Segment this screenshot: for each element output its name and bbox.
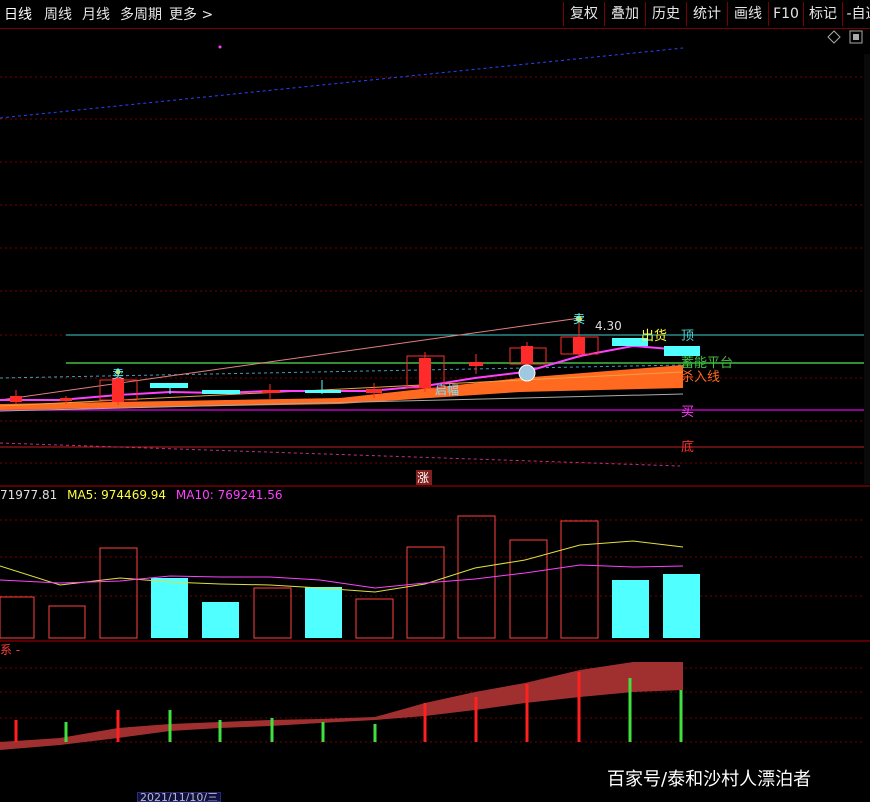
volume-legend: 71977.81 MA5: 974469.94 MA10: 769241.56 [0, 488, 282, 502]
right-scrollbar[interactable] [864, 54, 870, 484]
volume-bar [99, 547, 138, 639]
marker-dot [218, 45, 222, 49]
tab-monthly[interactable]: 月线 [82, 4, 110, 24]
volume-bars [0, 515, 700, 639]
kline-chart[interactable]: 4.30 卖 卖 出货 顶 蓄能平台 杀入线 买 底 启幅 涨 [0, 28, 870, 800]
volume-value: 71977.81 [0, 488, 58, 502]
volume-ma5-line [0, 540, 684, 593]
tab-daily[interactable]: 日线 [4, 4, 32, 24]
mark-button[interactable]: 标记 [803, 2, 842, 26]
f10-button[interactable]: F10 [768, 2, 803, 26]
volume-bar [305, 587, 342, 638]
toolbar: 日线 周线 月线 多周期 更多 > 复权 叠加 历史 统计 画线 F10 标记 … [0, 0, 870, 29]
candle [262, 384, 280, 399]
volume-bar [0, 596, 35, 639]
volume-bar [355, 598, 394, 639]
candle [10, 390, 22, 404]
volume-bar [663, 574, 700, 638]
stats-button[interactable]: 统计 [686, 2, 727, 26]
trend-line-blue [0, 47, 684, 119]
sell-mark-label: 卖 [112, 367, 124, 381]
candle [202, 390, 240, 394]
volume-grid [0, 519, 864, 597]
indicator-band [0, 662, 683, 750]
qifu-label: 启幅 [435, 382, 459, 397]
volume-ma10-line [0, 564, 684, 589]
mai-label: 买 [681, 405, 694, 420]
candle [469, 354, 483, 374]
globe-icon [518, 364, 536, 382]
orange-band [0, 365, 683, 410]
overlay-button[interactable]: 叠加 [604, 2, 645, 26]
indicator-label: 系 - [0, 643, 21, 657]
candle [305, 380, 341, 394]
fuquan-button[interactable]: 复权 [563, 2, 604, 26]
volume-bar [612, 580, 649, 638]
chuhuo-label: 出货 [641, 328, 667, 344]
tab-weekly[interactable]: 周线 [44, 4, 72, 24]
volume-bar [151, 578, 188, 638]
volume-bar [48, 605, 86, 639]
shaxian-label: 杀入线 [681, 370, 720, 385]
volume-bar [406, 546, 445, 639]
more-menu-button[interactable]: 更多 > [169, 4, 213, 24]
watchlist-button[interactable]: -自选 [842, 2, 870, 26]
diamond-icon[interactable] [827, 30, 841, 44]
candle [664, 346, 700, 356]
zhang-label: 涨 [417, 470, 429, 485]
ding-label: 顶 [681, 329, 694, 344]
volume-bar [509, 539, 548, 639]
di-label: 底 [681, 439, 694, 455]
volume-bar [202, 602, 239, 638]
price-label: 4.30 [595, 319, 622, 333]
draw-line-button[interactable]: 画线 [727, 2, 768, 26]
volume-ma5: MA5: 974469.94 [67, 488, 167, 502]
volume-bar [560, 520, 599, 639]
sell-top-label: 卖 [573, 312, 585, 326]
tab-multi-period[interactable]: 多周期 [120, 4, 162, 24]
volume-ma10: MA10: 769241.56 [175, 488, 283, 502]
platform-label: 蓄能平台 [681, 356, 733, 371]
history-button[interactable]: 历史 [645, 2, 686, 26]
date-tag: 2021/11/10/三 [137, 792, 222, 802]
window-toggle-icon[interactable] [849, 30, 863, 44]
watermark: 百家号/泰和沙村人漂泊者 [607, 769, 812, 790]
